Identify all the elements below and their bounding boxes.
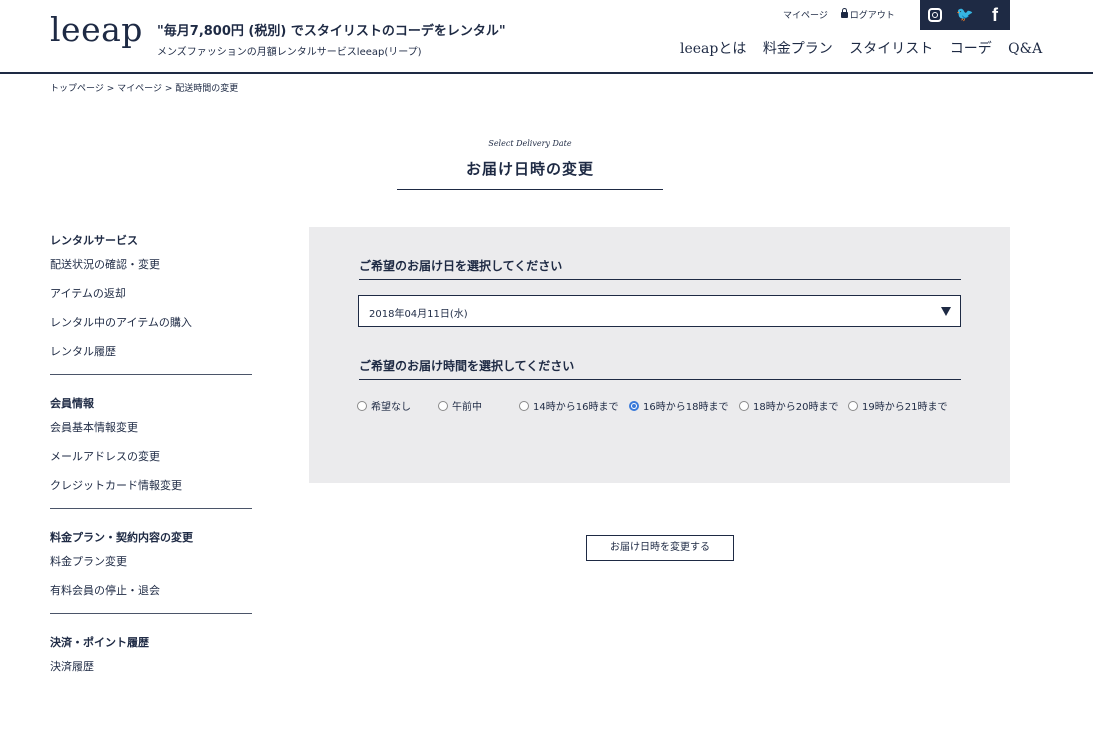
date-section-label: ご希望のお届け日を選択してください (359, 259, 563, 273)
delivery-form-panel: ご希望のお届け日を選択してください 2018年04月11日(水) ご希望のお届け… (309, 227, 1010, 483)
time-section-label: ご希望のお届け時間を選択してください (359, 359, 575, 373)
radio-label: 14時から16時まで (533, 402, 619, 413)
time-section-divider (359, 379, 961, 380)
nav-about[interactable]: leeapとは (680, 41, 746, 57)
sidebar-heading: レンタルサービス (50, 234, 138, 247)
instagram-icon[interactable] (920, 0, 950, 30)
page-title-en: Select Delivery Date (488, 139, 572, 148)
breadcrumb-separator: > (164, 84, 173, 94)
radio-label: 希望なし (371, 402, 411, 413)
breadcrumb-current: 配送時間の変更 (175, 84, 239, 94)
sidebar-item-credit-card[interactable]: クレジットカード情報変更 (50, 471, 252, 500)
radio-circle (848, 400, 858, 411)
sidebar-item-delivery-status[interactable]: 配送状況の確認・変更 (50, 250, 252, 279)
radio-label: 16時から18時まで (643, 402, 729, 413)
twitter-icon[interactable]: 🐦 (950, 0, 980, 30)
radio-18-20[interactable]: 18時から20時まで (739, 398, 838, 413)
breadcrumb-mypage[interactable]: マイページ (117, 84, 162, 94)
radio-label: 18時から20時まで (753, 402, 839, 413)
nav-stylist[interactable]: スタイリスト (849, 41, 933, 57)
delivery-date-value: 2018年04月11日(水) (369, 309, 468, 320)
radio-circle (438, 400, 448, 411)
sidebar-divider (50, 374, 252, 375)
radio-16-18[interactable]: 16時から18時まで (629, 398, 728, 413)
sidebar-section-payment: 決済・ポイント履歴 決済履歴 (50, 634, 252, 681)
nav-coordinate[interactable]: コーデ (950, 41, 992, 57)
radio-morning[interactable]: 午前中 (438, 398, 482, 413)
radio-circle (629, 400, 639, 411)
delivery-date-select[interactable]: 2018年04月11日(水) (358, 295, 961, 327)
title-divider (397, 189, 663, 190)
utility-links: マイページ ログアウト (783, 8, 905, 21)
date-section-divider (359, 279, 961, 280)
sidebar-heading: 会員情報 (50, 397, 94, 410)
radio-circle (519, 400, 529, 411)
radio-label: 午前中 (452, 402, 482, 413)
sidebar-item-email[interactable]: メールアドレスの変更 (50, 442, 252, 471)
sidebar-item-history[interactable]: レンタル履歴 (50, 337, 252, 366)
radio-label: 19時から21時まで (862, 402, 948, 413)
logout-label: ログアウト (849, 11, 895, 21)
sidebar-heading: 決済・ポイント履歴 (50, 636, 149, 649)
sidebar-section-plan: 料金プラン・契約内容の変更 料金プラン変更 有料会員の停止・退会 (50, 529, 252, 605)
breadcrumb-top[interactable]: トップページ (50, 84, 104, 94)
sidebar-item-plan-change[interactable]: 料金プラン変更 (50, 547, 252, 576)
change-delivery-button[interactable]: お届け日時を変更する (586, 535, 734, 561)
site-header: leeap "毎月7,800円 (税別) でスタイリストのコーデをレンタル" メ… (0, 0, 1093, 74)
radio-14-16[interactable]: 14時から16時まで (519, 398, 618, 413)
sidebar-item-payment-history[interactable]: 決済履歴 (50, 652, 252, 681)
logout-link[interactable]: ログアウト (840, 8, 895, 21)
lock-icon (840, 8, 848, 18)
main-nav: leeapとは 料金プラン スタイリスト コーデ Q&A (680, 38, 1042, 58)
sidebar-item-cancel[interactable]: 有料会員の停止・退会 (50, 576, 252, 605)
mypage-link[interactable]: マイページ (783, 11, 828, 21)
sidebar-item-purchase[interactable]: レンタル中のアイテムの購入 (50, 308, 252, 337)
radio-19-21[interactable]: 19時から21時まで (848, 398, 947, 413)
breadcrumb-separator: > (106, 84, 115, 94)
sidebar-divider (50, 508, 252, 509)
sidebar-section-member: 会員情報 会員基本情報変更 メールアドレスの変更 クレジットカード情報変更 (50, 395, 252, 500)
sidebar-heading: 料金プラン・契約内容の変更 (50, 531, 193, 544)
nav-pricing[interactable]: 料金プラン (763, 41, 833, 57)
facebook-icon[interactable]: f (980, 0, 1010, 30)
radio-circle (357, 400, 367, 411)
sidebar-item-return[interactable]: アイテムの返却 (50, 279, 252, 308)
radio-circle (739, 400, 749, 411)
sidebar-item-member-info[interactable]: 会員基本情報変更 (50, 413, 252, 442)
sidebar: レンタルサービス 配送状況の確認・変更 アイテムの返却 レンタル中のアイテムの購… (50, 232, 252, 681)
site-logo[interactable]: leeap (50, 10, 143, 49)
chevron-down-icon (941, 307, 951, 316)
page-title: お届け日時の変更 (465, 160, 594, 178)
tagline-sub: メンズファッションの月額レンタルサービスleeap(リープ) (157, 47, 422, 58)
sidebar-section-rental: レンタルサービス 配送状況の確認・変更 アイテムの返却 レンタル中のアイテムの購… (50, 232, 252, 366)
sidebar-divider (50, 613, 252, 614)
nav-faq[interactable]: Q&A (1008, 41, 1042, 57)
tagline: "毎月7,800円 (税別) でスタイリストのコーデをレンタル" (157, 24, 506, 39)
radio-no-preference[interactable]: 希望なし (357, 398, 411, 413)
breadcrumb: トップページ > マイページ > 配送時間の変更 (50, 81, 238, 94)
